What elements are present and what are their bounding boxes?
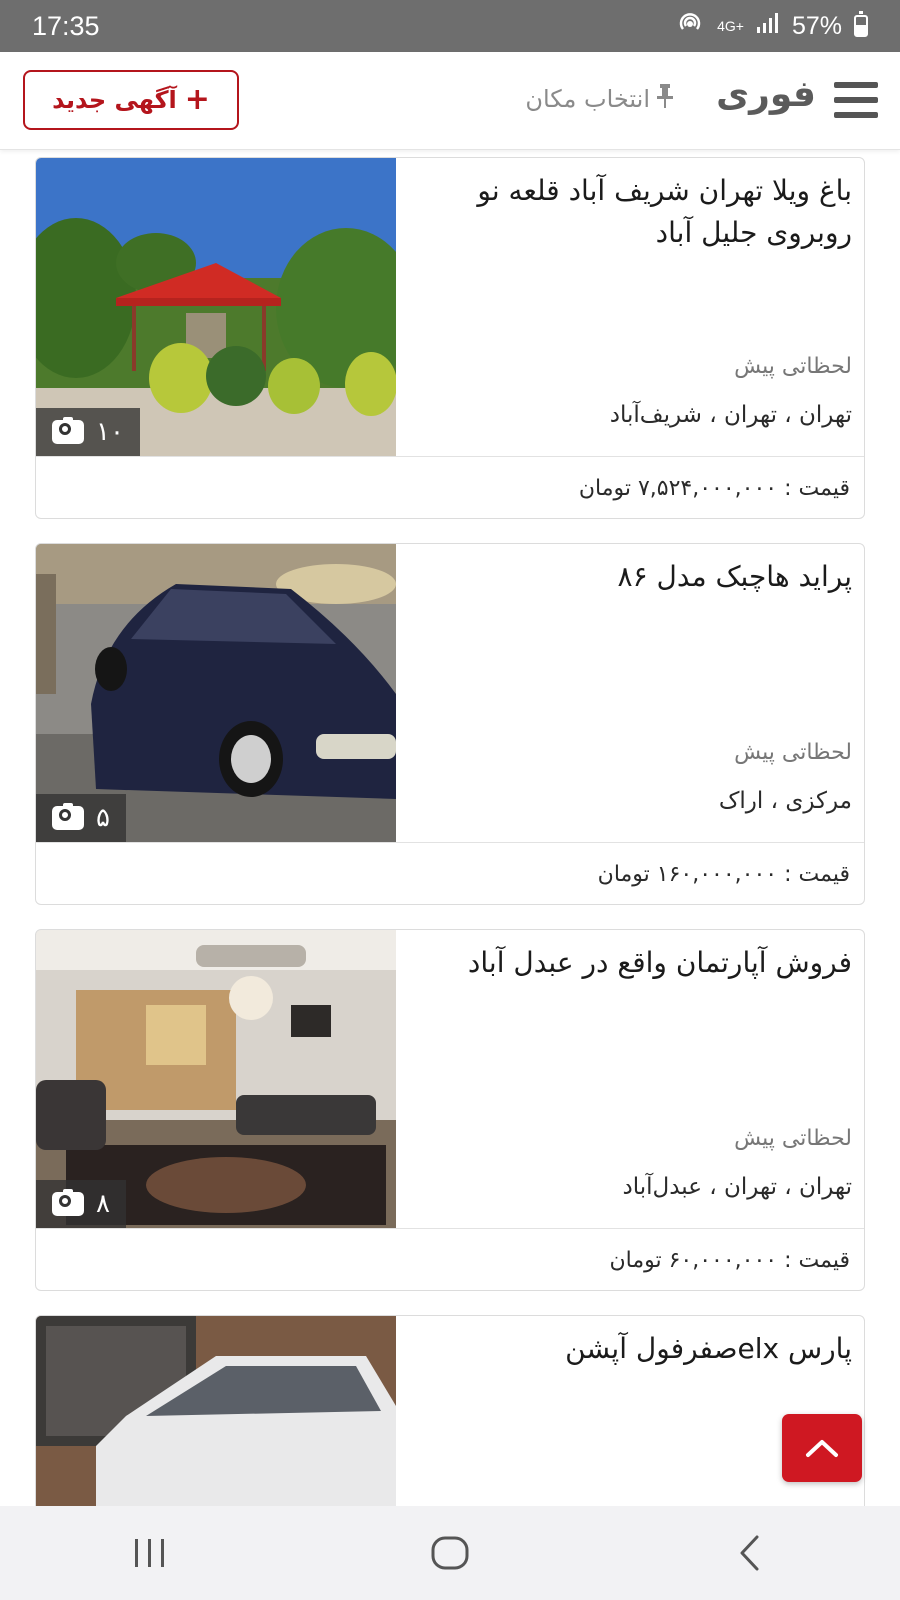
status-bar: 17:35 4G+ 57%: [0, 0, 900, 52]
camera-icon: [52, 417, 84, 444]
network-type-icon: 4G+: [717, 18, 744, 34]
ad-list: ۱۰ باغ ویلا تهران شریف آباد قلعه نو روبر…: [0, 152, 900, 1506]
hamburger-menu-icon[interactable]: [834, 82, 878, 118]
system-nav-bar: [0, 1506, 900, 1600]
back-icon: [740, 1535, 759, 1571]
ad-price: قیمت : ۱۶۰,۰۰۰,۰۰۰ تومان: [36, 842, 864, 904]
recent-apps-button[interactable]: [120, 1523, 180, 1583]
photo-count-value: ۱۰: [96, 417, 124, 447]
photo-count: ۵: [36, 794, 126, 842]
photo-count: ۱۰: [36, 408, 140, 456]
ad-info: فروش آپارتمان واقع در عبدل آباد لحظاتی پ…: [396, 930, 864, 1228]
ad-card[interactable]: پارس elxصفرفول آپشن: [35, 1315, 865, 1506]
ad-price: قیمت : ۶۰,۰۰۰,۰۰۰ تومان: [36, 1228, 864, 1290]
recent-apps-icon: [135, 1539, 164, 1567]
status-indicators: 4G+ 57%: [675, 11, 868, 41]
scroll-to-top-button[interactable]: [782, 1414, 862, 1482]
ad-title[interactable]: پارس elxصفرفول آپشن: [414, 1328, 852, 1370]
photo-count-value: ۸: [96, 1189, 110, 1219]
signal-icon: [756, 13, 780, 39]
ad-info: باغ ویلا تهران شریف آباد قلعه نو روبروی …: [396, 158, 864, 456]
camera-icon: [52, 1189, 84, 1216]
ad-time: لحظاتی پیش: [734, 1126, 852, 1151]
ad-card[interactable]: ۵ پراید هاچبک مدل ۸۶ لحظاتی پیش مرکزی ، …: [35, 543, 865, 905]
ad-card[interactable]: ۱۰ باغ ویلا تهران شریف آباد قلعه نو روبر…: [35, 157, 865, 519]
ad-title[interactable]: باغ ویلا تهران شریف آباد قلعه نو روبروی …: [414, 170, 852, 254]
home-icon: [431, 1536, 469, 1570]
location-picker-label: انتخاب مکان: [525, 85, 650, 113]
status-time: 17:35: [32, 10, 100, 41]
plus-icon: +: [184, 82, 210, 117]
pin-icon: [656, 84, 674, 114]
new-ad-label: آگهی جدید: [52, 86, 177, 114]
ad-location: مرکزی ، اراک: [718, 788, 852, 814]
ad-photo[interactable]: ۱۰: [36, 158, 396, 456]
photo-count: ۸: [36, 1180, 126, 1228]
home-button[interactable]: [420, 1523, 480, 1583]
ad-location: تهران ، تهران ، عبدل‌آباد: [622, 1174, 852, 1200]
new-ad-button[interactable]: + آگهی جدید: [23, 70, 239, 130]
ad-title[interactable]: فروش آپارتمان واقع در عبدل آباد: [414, 942, 852, 984]
ad-info: پراید هاچبک مدل ۸۶ لحظاتی پیش مرکزی ، ار…: [396, 544, 864, 842]
brand-logo[interactable]: فوری: [716, 74, 816, 115]
ad-photo[interactable]: ۸: [36, 930, 396, 1228]
app-header: فوری انتخاب مکان + آگهی جدید: [0, 52, 900, 150]
ad-title[interactable]: پراید هاچبک مدل ۸۶: [414, 556, 852, 598]
sedan-car-photo: [36, 1316, 396, 1506]
location-picker[interactable]: انتخاب مکان: [525, 84, 674, 114]
camera-icon: [52, 803, 84, 830]
hotspot-icon: [675, 12, 705, 40]
ad-price: قیمت : ۷,۵۲۴,۰۰۰,۰۰۰ تومان: [36, 456, 864, 518]
ad-time: لحظاتی پیش: [734, 354, 852, 379]
back-button[interactable]: [720, 1523, 780, 1583]
ad-location: تهران ، تهران ، شریف‌آباد: [609, 402, 852, 428]
ad-photo[interactable]: [36, 1316, 396, 1506]
chevron-up-icon: [806, 1440, 838, 1457]
ad-card[interactable]: ۸ فروش آپارتمان واقع در عبدل آباد لحظاتی…: [35, 929, 865, 1291]
battery-icon: [854, 11, 868, 37]
battery-percent: 57%: [791, 11, 842, 40]
photo-count-value: ۵: [96, 803, 110, 833]
ad-time: لحظاتی پیش: [734, 740, 852, 765]
ad-photo[interactable]: ۵: [36, 544, 396, 842]
